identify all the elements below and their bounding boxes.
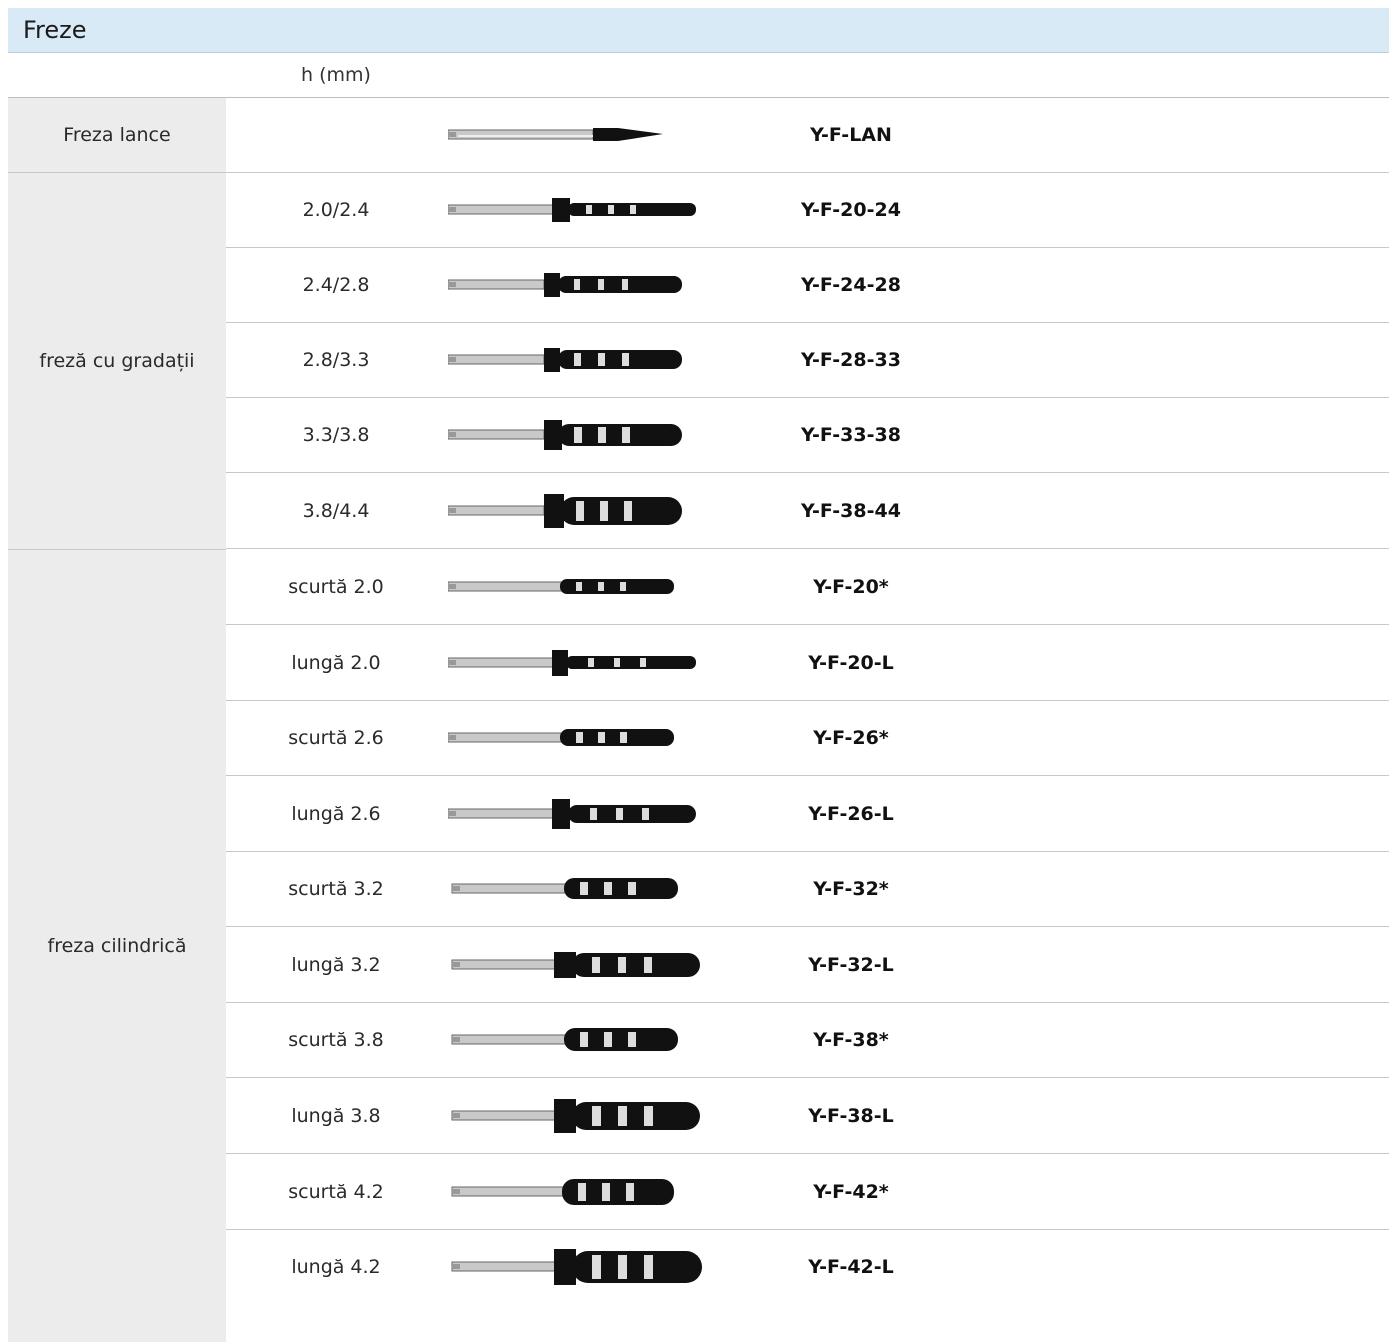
product-code: Y-F-26-L xyxy=(808,803,894,825)
table-row: 3.8/4.4 Y-F-38-44 xyxy=(226,474,1389,549)
row-dimension xyxy=(226,98,446,172)
section-title: Freze xyxy=(8,8,1389,53)
cylindrical-drill-icon xyxy=(448,799,696,829)
table-row: scurtă 4.2 Y-F-42* xyxy=(226,1155,1389,1230)
row-dimension: 2.0/2.4 xyxy=(302,199,370,221)
cylindrical-drill-icon xyxy=(451,1028,678,1051)
graduated-drill-icon xyxy=(448,273,682,297)
row-dimension: scurtă 3.8 xyxy=(288,1029,384,1051)
graduated-drill-icon xyxy=(448,348,682,372)
table-row: 2.4/2.8 Y-F-24-28 xyxy=(226,248,1389,323)
product-code: Y-F-32* xyxy=(813,878,889,900)
row-dimension: 3.3/3.8 xyxy=(302,424,370,446)
table-row: lungă 2.0 Y-F-20-L xyxy=(226,626,1389,701)
graduated-drill-icon xyxy=(448,198,696,222)
group-cell-graduated: freză cu gradații xyxy=(8,173,226,550)
row-dimension: scurtă 2.6 xyxy=(288,727,384,749)
group-cell-lance: Freza lance xyxy=(8,98,226,173)
table-row: scurtă 2.0 Y-F-20* xyxy=(226,550,1389,625)
table-row: 3.3/3.8 Y-F-33-38 xyxy=(226,398,1389,473)
product-code: Y-F-38* xyxy=(813,1029,889,1051)
row-dimension: 3.8/4.4 xyxy=(302,500,370,522)
group-label-graduated: freză cu gradații xyxy=(39,350,195,372)
group-cell-cylindrical: freza cilindrică xyxy=(8,550,226,1342)
table-row: scurtă 3.8 Y-F-38* xyxy=(226,1003,1389,1078)
table-row: scurtă 3.2 Y-F-32* xyxy=(226,852,1389,927)
cylindrical-drill-icon xyxy=(451,878,678,899)
cylindrical-drill-icon xyxy=(451,1099,700,1133)
product-code: Y-F-20* xyxy=(813,576,889,598)
product-code: Y-F-20-L xyxy=(808,652,894,674)
product-code: Y-F-26* xyxy=(813,727,889,749)
row-dimension: 2.4/2.8 xyxy=(302,274,370,296)
cylindrical-drill-icon xyxy=(451,952,700,978)
cylindrical-drill-icon xyxy=(451,1179,674,1205)
table-row: lungă 3.8 Y-F-38-L xyxy=(226,1079,1389,1154)
product-code: Y-F-33-38 xyxy=(801,424,901,446)
product-code: Y-F-LAN xyxy=(810,124,892,146)
product-code: Y-F-20-24 xyxy=(801,199,901,221)
product-code: Y-F-42* xyxy=(813,1181,889,1203)
row-dimension: scurtă 3.2 xyxy=(288,878,384,900)
table-row: scurtă 2.6 Y-F-26* xyxy=(226,701,1389,776)
table-row: lungă 4.2 Y-F-42-L xyxy=(226,1230,1389,1305)
row-dimension: lungă 4.2 xyxy=(291,1256,381,1278)
table-row: lungă 3.2 Y-F-32-L xyxy=(226,928,1389,1003)
product-code: Y-F-32-L xyxy=(808,954,894,976)
row-dimension: lungă 3.2 xyxy=(291,954,381,976)
group-label-cylindrical: freza cilindrică xyxy=(47,935,187,957)
graduated-drill-icon xyxy=(448,494,682,528)
row-dimension: scurtă 4.2 xyxy=(288,1181,384,1203)
product-code: Y-F-38-44 xyxy=(801,500,901,522)
row-dimension: scurtă 2.0 xyxy=(288,576,384,598)
product-code: Y-F-38-L xyxy=(808,1105,894,1127)
cylindrical-drill-icon xyxy=(448,579,674,594)
table-row: 2.8/3.3 Y-F-28-33 xyxy=(226,323,1389,398)
cylindrical-drill-icon xyxy=(448,650,696,676)
table-row: 2.0/2.4 Y-F-20-24 xyxy=(226,173,1389,248)
group-label-lance: Freza lance xyxy=(63,124,171,146)
product-code: Y-F-42-L xyxy=(808,1256,894,1278)
lance-drill-icon xyxy=(448,128,663,141)
cylindrical-drill-icon xyxy=(448,729,674,746)
product-code: Y-F-24-28 xyxy=(801,274,901,296)
product-code: Y-F-28-33 xyxy=(801,349,901,371)
cylindrical-drill-icon xyxy=(451,1249,702,1285)
drills-catalog: Freze h (mm) Freza lance freză cu gradaț… xyxy=(8,8,1389,1342)
row-dimension: 2.8/3.3 xyxy=(302,349,370,371)
row-dimension: lungă 3.8 xyxy=(291,1105,381,1127)
graduated-drill-icon xyxy=(448,420,682,450)
table-header: h (mm) xyxy=(8,53,1389,98)
row-dimension: lungă 2.6 xyxy=(291,803,381,825)
column-header-h: h (mm) xyxy=(301,64,371,86)
table-row: lungă 2.6 Y-F-26-L xyxy=(226,777,1389,852)
row-dimension: lungă 2.0 xyxy=(291,652,381,674)
table-row: Y-F-LAN xyxy=(226,98,1389,173)
